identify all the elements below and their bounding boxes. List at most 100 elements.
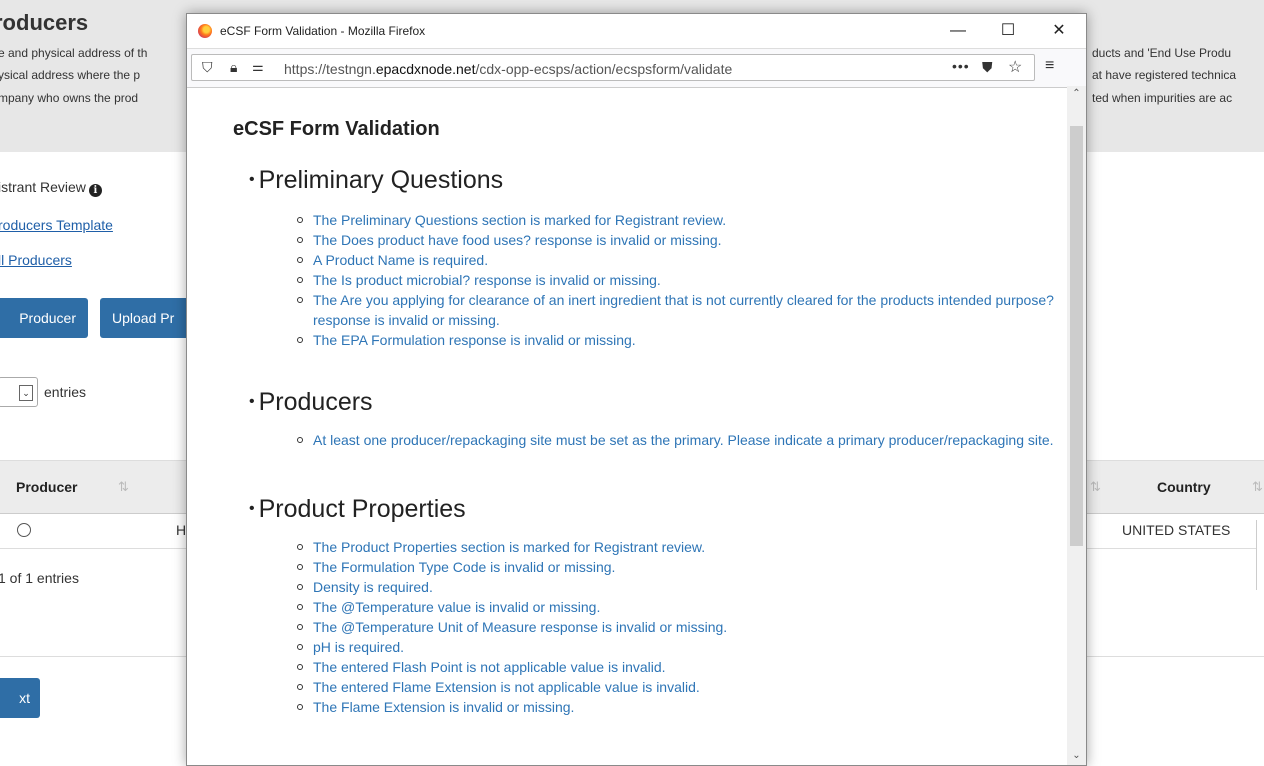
bullet-icon: • — [249, 393, 255, 410]
entries-label: entries — [44, 384, 87, 400]
scroll-up-icon[interactable]: ⌃ — [1067, 86, 1086, 102]
next-button[interactable]: xt — [0, 678, 40, 718]
error-text: The Does product have food uses? respons… — [313, 232, 722, 248]
scrollbar[interactable] — [1256, 520, 1264, 590]
list-item: The entered Flash Point is not applicabl… — [295, 657, 1055, 677]
circle-bullet-icon — [297, 217, 303, 223]
product-properties-errors-list: The Product Properties section is marked… — [295, 537, 1055, 717]
permissions-icon[interactable]: ⚌ — [252, 59, 264, 75]
maximize-button[interactable]: ☐ — [988, 18, 1028, 44]
error-text: At least one producer/repackaging site m… — [313, 432, 1054, 448]
list-item: pH is required. — [295, 637, 1055, 657]
list-item: The @Temperature Unit of Measure respons… — [295, 617, 1055, 637]
circle-bullet-icon — [297, 437, 303, 443]
scroll-down-icon[interactable]: ⌄ — [1067, 748, 1086, 764]
list-item: The entered Flame Extension is not appli… — [295, 677, 1055, 697]
error-text: The entered Flash Point is not applicabl… — [313, 659, 666, 675]
row-country: UNITED STATES — [1122, 522, 1231, 538]
minimize-button[interactable]: — — [938, 18, 978, 44]
column-header-country[interactable]: Country — [1157, 479, 1211, 495]
info-icon[interactable]: i — [88, 184, 102, 197]
list-item: The Preliminary Questions section is mar… — [295, 210, 1055, 230]
error-text: The EPA Formulation response is invalid … — [313, 332, 636, 348]
error-text: Density is required. — [313, 579, 433, 595]
title-bar[interactable]: eCSF Form Validation - Mozilla Firefox —… — [187, 14, 1086, 48]
sort-icon[interactable]: ⇅ — [118, 479, 129, 495]
list-item: The Formulation Type Code is invalid or … — [295, 557, 1055, 577]
circle-bullet-icon — [297, 604, 303, 610]
url-bar: ⛉ 🔒︎ ⚌ https://testngn.epacdxnode.net/cd… — [187, 48, 1086, 88]
list-item: At least one producer/repackaging site m… — [295, 430, 1055, 450]
firefox-icon — [198, 24, 212, 38]
section-heading-text: Preliminary Questions — [258, 166, 504, 194]
circle-bullet-icon — [297, 624, 303, 630]
url-domain: epacdxnode.net — [375, 61, 476, 77]
error-text: A Product Name is required. — [313, 252, 489, 268]
bullet-icon: • — [249, 171, 255, 188]
error-text: The Is product microbial? response is in… — [313, 272, 661, 288]
close-button[interactable]: ✕ — [1039, 18, 1079, 44]
error-text: pH is required. — [313, 639, 405, 655]
section-heading-preliminary: • Preliminary Questions — [249, 166, 503, 195]
column-header-producer[interactable]: Producer — [16, 479, 77, 495]
page-content: eCSF Form Validation • Preliminary Questi… — [187, 86, 1067, 765]
entries-select[interactable]: ⌄ — [0, 377, 38, 407]
shield-icon[interactable]: ⛉ — [202, 59, 213, 76]
address-field[interactable]: ⛉ 🔒︎ ⚌ https://testngn.epacdxnode.net/cd… — [191, 54, 1035, 81]
lock-icon[interactable]: 🔒︎ — [230, 59, 237, 76]
pocket-icon[interactable]: ⛊ — [982, 59, 993, 76]
upload-button[interactable]: Upload Pr — [100, 298, 200, 338]
header-text-line: mpany who owns the prod — [0, 91, 139, 105]
list-item: A Product Name is required. — [295, 250, 1055, 270]
url-text[interactable]: https://testngn.epacdxnode.net/cdx-opp-e… — [284, 61, 732, 77]
circle-bullet-icon — [297, 644, 303, 650]
all-producers-link[interactable]: ll Producers — [0, 252, 72, 268]
scrollbar-thumb[interactable] — [1070, 126, 1083, 546]
window-title: eCSF Form Validation - Mozilla Firefox — [220, 24, 426, 38]
row-radio[interactable] — [17, 523, 31, 537]
circle-bullet-icon — [297, 337, 303, 343]
list-item: The Product Properties section is marked… — [295, 537, 1055, 557]
circle-bullet-icon — [297, 664, 303, 670]
section-heading-text: Producers — [258, 388, 373, 416]
list-item: The Are you applying for clearance of an… — [295, 290, 1055, 330]
hamburger-menu-icon[interactable]: ≡ — [1045, 57, 1054, 75]
header-text-line: ysical address where the p — [0, 68, 141, 82]
error-text: The Are you applying for clearance of an… — [313, 292, 1054, 328]
header-text-line-right: ducts and 'End Use Produ — [1092, 46, 1232, 60]
producers-template-link[interactable]: roducers Template — [0, 217, 113, 233]
header-text-line: e and physical address of th — [0, 46, 148, 60]
chevron-down-icon: ⌄ — [19, 385, 33, 401]
circle-bullet-icon — [297, 237, 303, 243]
sort-icon[interactable]: ⇅ — [1090, 479, 1101, 495]
section-heading-producers: • Producers — [249, 388, 373, 417]
paging-info: 1 of 1 entries — [0, 570, 79, 586]
error-text: The Formulation Type Code is invalid or … — [313, 559, 616, 575]
sort-icon[interactable]: ⇅ — [1252, 479, 1263, 495]
header-text-line-right: ted when impurities are ac — [1092, 91, 1233, 105]
page-title: roducers — [0, 10, 89, 35]
circle-bullet-icon — [297, 297, 303, 303]
producers-errors-list: At least one producer/repackaging site m… — [295, 430, 1055, 450]
list-item: The Flame Extension is invalid or missin… — [295, 697, 1055, 717]
vertical-scrollbar[interactable]: ⌃ ⌄ — [1067, 86, 1086, 765]
error-text: The Flame Extension is invalid or missin… — [313, 699, 575, 715]
bookmark-star-icon[interactable]: ☆ — [1008, 57, 1022, 77]
popup-window: eCSF Form Validation - Mozilla Firefox —… — [186, 13, 1087, 766]
error-text: The @Temperature value is invalid or mis… — [313, 599, 601, 615]
circle-bullet-icon — [297, 564, 303, 570]
circle-bullet-icon — [297, 684, 303, 690]
preliminary-errors-list: The Preliminary Questions section is mar… — [295, 210, 1055, 350]
circle-bullet-icon — [297, 277, 303, 283]
url-prefix: https://testngn. — [284, 61, 376, 77]
header-text-line-right: at have registered technica — [1092, 68, 1237, 82]
error-text: The Product Properties section is marked… — [313, 539, 706, 555]
list-item: Density is required. — [295, 577, 1055, 597]
more-actions-icon[interactable]: ••• — [952, 58, 970, 74]
error-text: The entered Flame Extension is not appli… — [313, 679, 700, 695]
add-producer-button[interactable]: Producer — [0, 298, 88, 338]
list-item: The @Temperature value is invalid or mis… — [295, 597, 1055, 617]
row-cell: H — [176, 522, 187, 538]
list-item: The EPA Formulation response is invalid … — [295, 330, 1055, 350]
registrant-review-label: istrant Review i — [0, 179, 102, 197]
